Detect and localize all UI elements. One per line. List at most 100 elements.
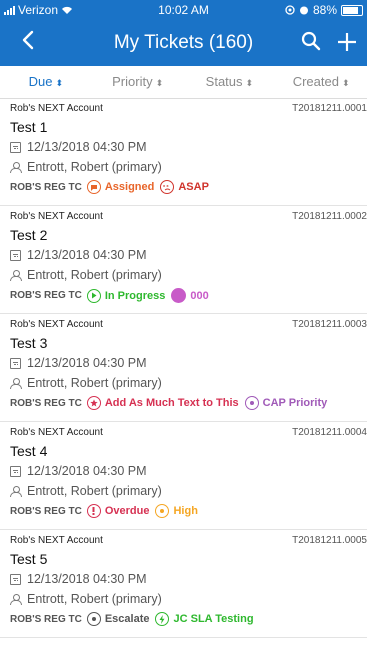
status-label: Assigned	[104, 181, 155, 193]
ticket-queue: ROB'S REG TC	[10, 613, 82, 625]
person-icon	[10, 269, 22, 281]
ticket-name: Test 1	[10, 119, 48, 135]
ticket-date-text: 12/13/2018 04:30 PM	[27, 572, 147, 586]
ticket-id: T20181211.0003	[292, 319, 367, 330]
ticket-account: Rob's NEXT Account	[10, 535, 103, 546]
ticket-date-text: 12/13/2018 04:30 PM	[27, 464, 147, 478]
sort-arrows-icon: ⬍	[155, 78, 164, 88]
person-icon	[10, 377, 22, 389]
ticket-name: Test 5	[10, 551, 48, 567]
ticket-account: Rob's NEXT Account	[10, 319, 103, 330]
priority-badge: 000	[171, 288, 209, 303]
ticket-queue: ROB'S REG TC	[10, 181, 82, 193]
ticket-owner-text: Entrott, Robert (primary)	[27, 376, 162, 390]
status-badge: In Progress	[86, 288, 166, 303]
status-badge: Assigned	[86, 180, 155, 194]
ticket-queue: ROB'S REG TC	[10, 397, 82, 409]
ticket-owner: Entrott, Robert (primary)	[10, 484, 162, 498]
ticket-queue: ROB'S REG TC	[10, 290, 82, 301]
priority-label: CAP Priority	[262, 397, 328, 409]
status-right: 88%	[285, 3, 363, 17]
calendar-icon	[10, 465, 21, 477]
battery-percent: 88%	[312, 3, 337, 17]
ticket-row[interactable]: Rob's NEXT Account T20181211.0004 Test 4…	[0, 422, 367, 530]
status-bar: Verizon 10:02 AM 88%	[0, 0, 367, 20]
ticket-row[interactable]: Rob's NEXT Account T20181211.0002 Test 2…	[0, 206, 367, 314]
add-ticket-button[interactable]	[337, 23, 357, 59]
ticket-row[interactable]: Rob's NEXT Account T20181211.0005 Test 5…	[0, 530, 367, 638]
ticket-tags: ROB'S REG TC Add As Much Text to This CA…	[10, 396, 333, 410]
priority-badge: JC SLA Testing	[155, 612, 254, 626]
star-icon	[86, 396, 101, 410]
ticket-id: T20181211.0004	[292, 427, 367, 438]
ticket-account: Rob's NEXT Account	[10, 211, 103, 222]
calendar-icon	[10, 249, 21, 261]
ticket-row[interactable]: Rob's NEXT Account T20181211.0003 Test 3…	[0, 314, 367, 422]
ticket-queue: ROB'S REG TC	[10, 505, 82, 517]
ticket-account: Rob's NEXT Account	[10, 103, 103, 114]
status-label: Overdue	[104, 505, 150, 517]
priority-label: JC SLA Testing	[173, 613, 254, 625]
ticket-id: T20181211.0005	[292, 535, 367, 546]
ticket-tags: ROB'S REG TC In Progress 000	[10, 288, 215, 303]
search-button[interactable]	[301, 31, 321, 56]
circle-dot-icon	[86, 612, 101, 626]
person-icon	[10, 485, 22, 497]
play-icon	[86, 288, 101, 303]
ticket-list: Rob's NEXT Account T20181211.0001 Test 1…	[0, 98, 367, 638]
priority-label: ASAP	[178, 181, 209, 193]
alarm-icon	[299, 6, 308, 15]
ticket-date-text: 12/13/2018 04:30 PM	[27, 356, 147, 370]
ticket-due-date: 12/13/2018 04:30 PM	[10, 248, 147, 262]
priority-badge: CAP Priority	[244, 396, 328, 410]
exclamation-icon	[86, 504, 101, 518]
nav-bar: My Tickets (160)	[0, 20, 367, 66]
ticket-name: Test 4	[10, 443, 48, 459]
calendar-icon	[10, 357, 21, 369]
status-badge: Add As Much Text to This	[86, 396, 239, 410]
person-icon	[10, 161, 22, 173]
ticket-name: Test 2	[10, 227, 48, 243]
sort-due[interactable]: Due ⬍	[0, 66, 92, 98]
ticket-tags: ROB'S REG TC Overdue High	[10, 504, 204, 518]
circle-dot-icon	[244, 396, 259, 410]
sort-arrows-icon: ⬍	[55, 78, 64, 88]
priority-label: High	[173, 505, 198, 517]
status-label: In Progress	[104, 289, 166, 302]
priority-badge: High	[155, 504, 198, 518]
ticket-tags: ROB'S REG TC Escalate JC SLA Testing	[10, 612, 260, 626]
svg-text:x x: x x	[163, 183, 169, 188]
location-icon	[285, 5, 295, 15]
ticket-name: Test 3	[10, 335, 48, 351]
sort-priority[interactable]: Priority ⬍	[92, 66, 184, 98]
status-badge: Overdue	[86, 504, 150, 518]
circle-dot-icon	[155, 504, 170, 518]
sort-bar: Due ⬍ Priority ⬍ Status ⬍ Created ⬍	[0, 66, 367, 99]
ticket-due-date: 12/13/2018 04:30 PM	[10, 356, 147, 370]
sort-priority-label: Priority	[112, 74, 153, 89]
ticket-row[interactable]: Rob's NEXT Account T20181211.0001 Test 1…	[0, 98, 367, 206]
search-icon	[301, 31, 321, 51]
plus-icon	[338, 33, 356, 51]
lightning-icon	[155, 612, 170, 626]
ticket-owner: Entrott, Robert (primary)	[10, 268, 162, 282]
sort-arrows-icon: ⬍	[245, 78, 254, 88]
status-label: Escalate	[104, 613, 150, 625]
sort-created[interactable]: Created ⬍	[275, 66, 367, 98]
person-icon	[10, 593, 22, 605]
sort-status[interactable]: Status ⬍	[184, 66, 276, 98]
ticket-id: T20181211.0002	[292, 211, 367, 222]
ticket-date-text: 12/13/2018 04:30 PM	[27, 140, 147, 154]
battery-icon	[341, 4, 363, 16]
sort-created-label: Created	[292, 74, 339, 89]
calendar-icon	[10, 141, 21, 153]
calendar-icon	[10, 573, 21, 585]
ticket-owner-text: Entrott, Robert (primary)	[27, 484, 162, 498]
chat-bubble-icon	[86, 180, 101, 194]
ticket-account: Rob's NEXT Account	[10, 427, 103, 438]
status-label: Add As Much Text to This	[104, 397, 239, 409]
ticket-owner-text: Entrott, Robert (primary)	[27, 592, 162, 606]
ticket-id: T20181211.0001	[292, 103, 367, 114]
priority-label: 000	[190, 289, 209, 302]
status-badge: Escalate	[86, 612, 150, 626]
